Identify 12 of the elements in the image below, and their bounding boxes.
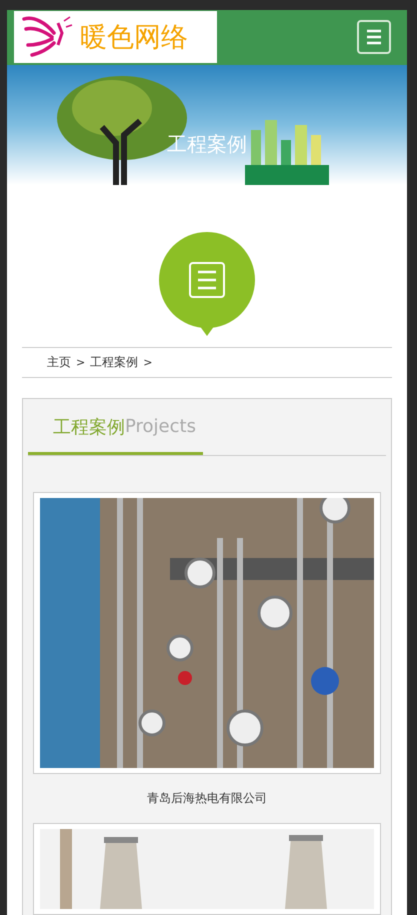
section-title: 工程案例	[53, 416, 125, 438]
breadcrumb-link[interactable]: 工程案例	[90, 354, 138, 371]
section-subtitle: Projects	[125, 416, 196, 437]
logo-text: 暖色网络	[80, 21, 188, 56]
breadcrumb-separator: >	[76, 356, 86, 369]
menu-button[interactable]	[357, 20, 391, 54]
banner-title: 工程案例	[167, 131, 247, 158]
breadcrumb-link[interactable]: 主页	[47, 354, 71, 371]
case-caption[interactable]: 青岛后海热电有限公司	[28, 790, 386, 807]
butterfly-icon	[20, 15, 74, 60]
breadcrumb-separator: >	[143, 356, 152, 369]
menu-icon	[365, 28, 383, 46]
